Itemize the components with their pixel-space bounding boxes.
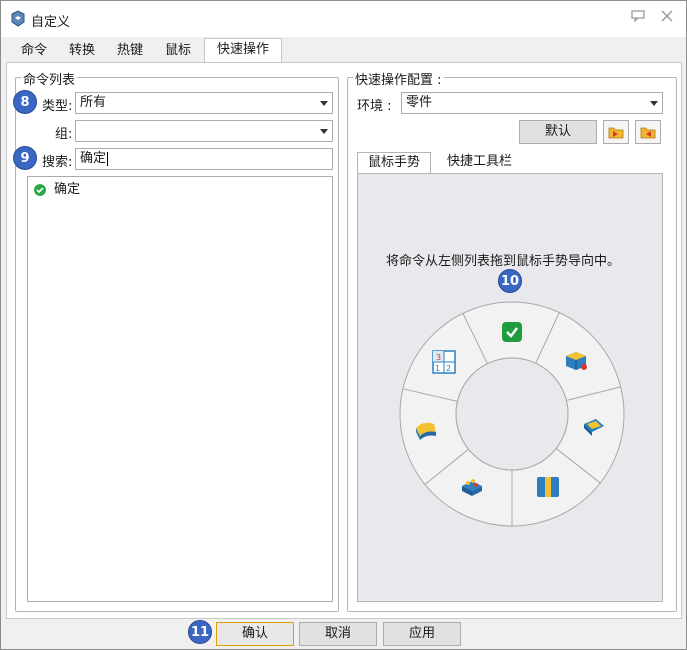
bars-icon[interactable] (537, 477, 559, 497)
gesture-hint: 将命令从左侧列表拖到鼠标手势导向中。 (386, 254, 621, 269)
svg-text:1: 1 (435, 364, 440, 373)
tab-mouse[interactable]: 鼠标 (153, 40, 203, 63)
tab-hotkeys[interactable]: 热键 (105, 40, 155, 63)
comment-icon[interactable] (627, 9, 649, 29)
main-panel: 命令列表 类型: 所有 组: 搜索: 确定 确定 快速操作配置 : 环境: 零… (6, 62, 682, 619)
command-listbox[interactable]: 确定 (27, 176, 333, 602)
customize-dialog: 自定义 命令 转换 热键 鼠标 快速操作 命令列表 类型: 所有 组: 搜索: (0, 0, 687, 650)
callout-badge-11: 11 (188, 620, 212, 644)
text-caret (107, 151, 109, 166)
tab-quick-operation[interactable]: 快速操作 (204, 38, 283, 64)
tab-shortcut-toolbar[interactable]: 快捷工具栏 (437, 152, 522, 174)
window-title: 自定义 (31, 15, 71, 30)
group-select[interactable] (75, 120, 333, 142)
svg-text:2: 2 (446, 364, 451, 373)
gesture-panel: 将命令从左侧列表拖到鼠标手势导向中。 3 1 2 (357, 173, 663, 602)
environment-label: 环境 : (357, 99, 392, 114)
environment-select[interactable]: 零件 (401, 92, 663, 114)
chevron-down-icon (320, 101, 328, 106)
group-label: 组: (55, 127, 73, 142)
top-tab-bar: 命令 转换 热键 鼠标 快速操作 (1, 37, 686, 64)
callout-badge-9: 9 (13, 146, 37, 170)
tab-commands[interactable]: 命令 (9, 40, 59, 63)
apply-button[interactable]: 应用 (383, 622, 461, 646)
check-circle-icon[interactable] (502, 322, 522, 342)
quick-config-legend: 快速操作配置 : (353, 69, 444, 88)
search-label: 搜索: (42, 155, 73, 170)
callout-badge-10: 10 (498, 269, 522, 293)
ok-button[interactable]: 确认 (216, 622, 294, 646)
tab-mouse-gesture[interactable]: 鼠标手势 (357, 152, 432, 174)
chevron-down-icon (650, 101, 658, 106)
list-item[interactable]: 确定 (34, 181, 80, 199)
import-button[interactable] (603, 120, 629, 144)
default-button[interactable]: 默认 (519, 120, 597, 144)
folder-import-icon (608, 127, 624, 139)
type-select[interactable]: 所有 (75, 92, 333, 114)
app-icon (11, 10, 25, 27)
folder-export-icon (640, 127, 656, 139)
svg-text:3: 3 (436, 353, 441, 362)
title-bar: 自定义 (1, 1, 686, 37)
search-input-value: 确定 (80, 151, 107, 166)
callout-badge-8: 8 (13, 90, 37, 114)
type-label: 类型: (42, 99, 73, 114)
list-item-label: 确定 (54, 182, 81, 197)
close-icon[interactable] (656, 9, 678, 29)
cancel-button[interactable]: 取消 (299, 622, 377, 646)
command-list-legend: 命令列表 (21, 69, 78, 88)
search-input[interactable]: 确定 (75, 148, 333, 170)
chevron-down-icon (320, 129, 328, 134)
environment-select-value: 零件 (406, 95, 433, 110)
check-circle-icon (34, 184, 46, 196)
numbers-icon[interactable]: 3 1 2 (432, 350, 456, 374)
type-select-value: 所有 (80, 95, 107, 110)
export-button[interactable] (635, 120, 661, 144)
tab-conversion[interactable]: 转换 (57, 40, 107, 63)
gesture-wheel[interactable]: 3 1 2 (398, 300, 626, 528)
